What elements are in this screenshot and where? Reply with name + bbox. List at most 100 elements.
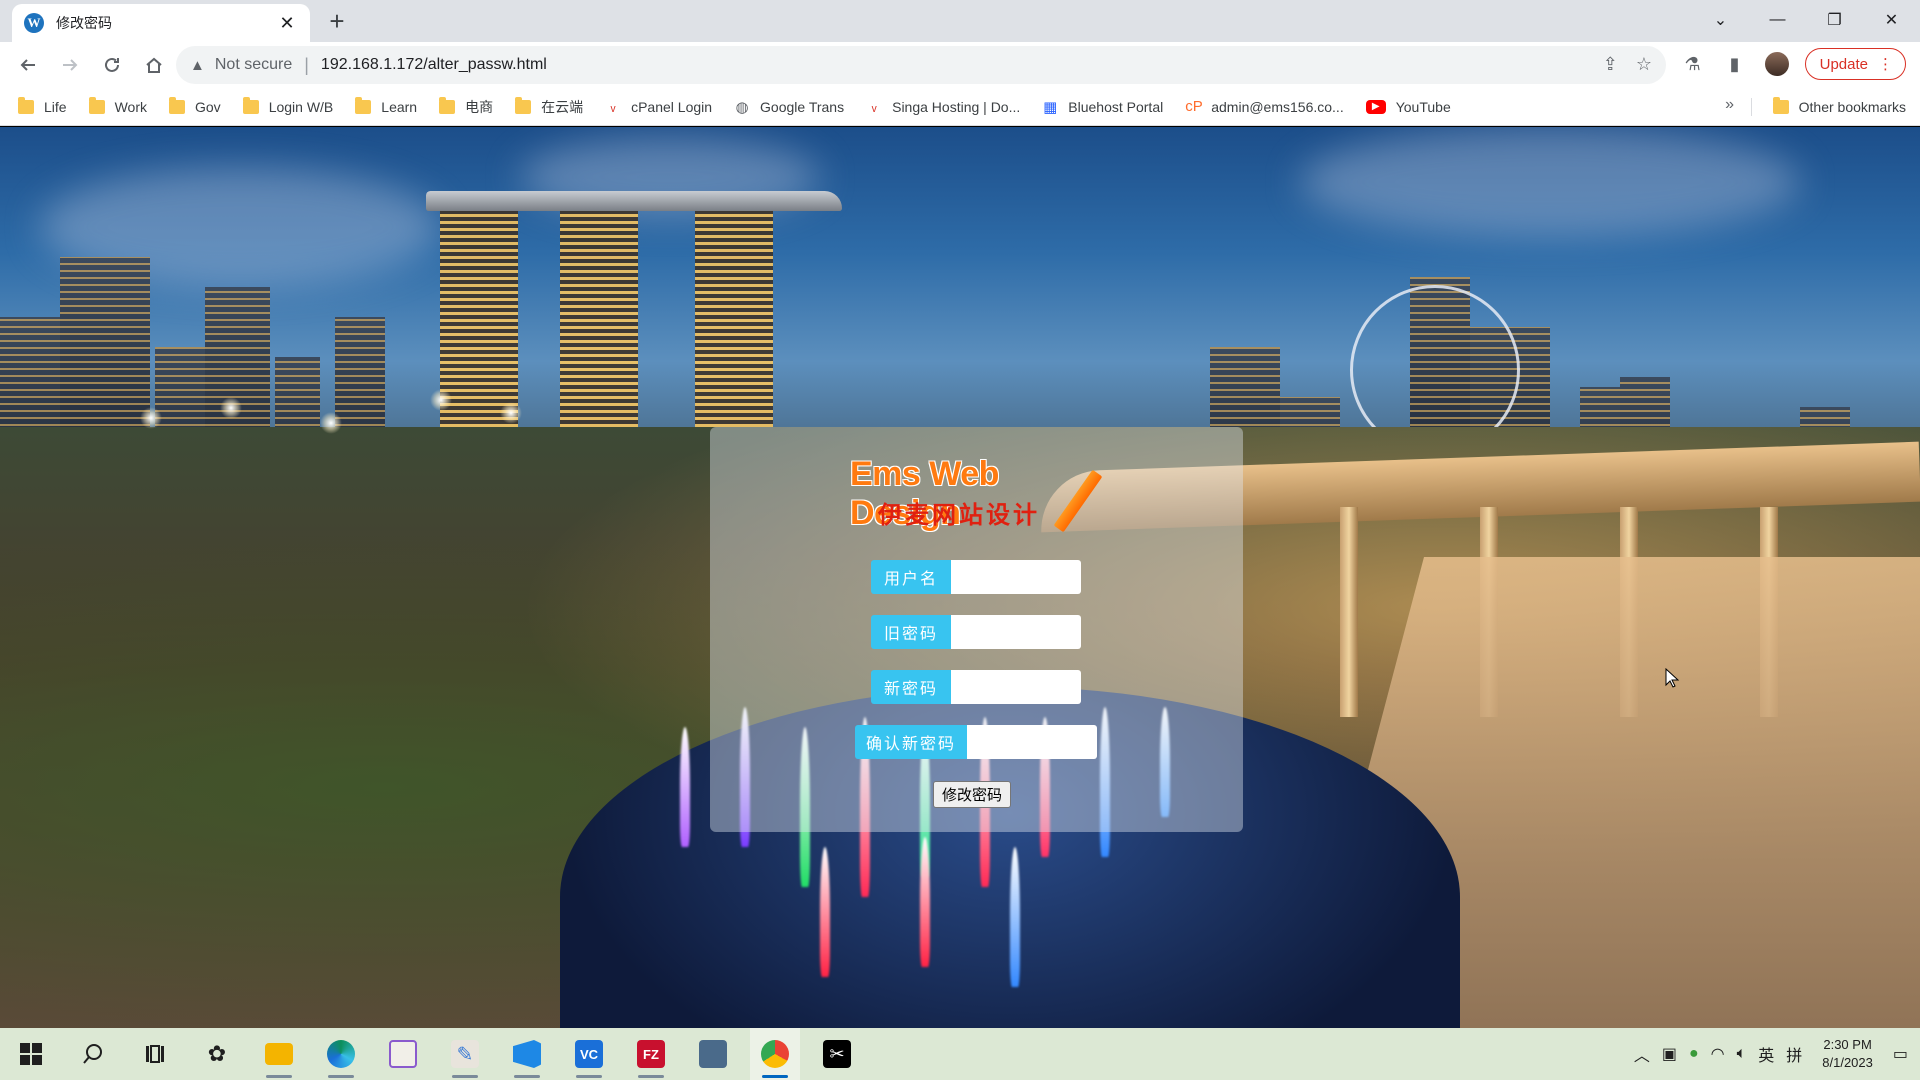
toolbar-right: ⚗ ▮ Update ⋮ [1679,46,1906,82]
other-bookmarks[interactable]: LifeOther bookmarks [1772,88,1906,126]
new-tab-button[interactable]: + [322,8,352,34]
wordpress-icon: W [24,13,44,33]
kebab-menu-icon: ⋮ [1878,56,1893,73]
warning-icon[interactable]: ▲ [190,57,205,74]
address-bar[interactable]: ▲ Not secure | 192.168.1.172/alter_passw… [176,46,1666,84]
bookmark-gov[interactable]: Gov [169,96,221,115]
tab-active[interactable]: W 修改密码 ✕ [12,4,310,42]
vc-button[interactable]: VC [564,1028,614,1080]
wifi-icon[interactable]: ◠ [1711,1044,1725,1064]
reload-button[interactable] [94,47,130,83]
close-window-button[interactable]: ✕ [1863,0,1920,40]
forward-button[interactable] [52,47,88,83]
update-button[interactable]: Update ⋮ [1804,48,1906,80]
username-row: 用户名 [871,560,1081,594]
bookmark-label: YouTube [1395,98,1451,115]
network-app-button[interactable] [688,1028,738,1080]
bookmark-label: Login W/B [268,98,334,115]
ime-language[interactable]: 英 [1758,1042,1774,1066]
file-explorer-button[interactable] [254,1028,304,1080]
profile-button[interactable] [1763,46,1791,82]
bookmark-cpanel-login[interactable]: ᵥ cPanel Login [605,98,712,115]
confirm-password-label: 确认新密码 [855,725,967,759]
bookmark-label: 电商 [465,98,494,115]
vc-icon: VC [575,1040,603,1068]
username-input[interactable] [951,560,1081,594]
filezilla-button[interactable]: FZ [626,1028,676,1080]
system-tray: ︿ ▣ ● ◠ 🔈︎ 英 拼 2:30 PM 8/1/2023 ▭ [1634,1028,1920,1080]
widgets-icon: ✿ [207,1041,227,1066]
vscode-icon [513,1040,541,1068]
bookmark-admin-mail[interactable]: cP admin@ems156.co... [1185,98,1344,115]
old-password-input[interactable] [951,615,1081,649]
side-panel-icon[interactable]: ▮ [1721,46,1749,82]
bookmark-ecommerce[interactable]: 电商 [439,96,494,117]
notepad-button[interactable] [378,1028,428,1080]
skypark-deck [426,191,842,211]
ime-mode[interactable]: 拼 [1786,1042,1802,1066]
bookmark-star-icon[interactable]: ☆ [1636,54,1652,75]
widgets-button[interactable]: ✿ [192,1028,242,1080]
task-view-button[interactable] [130,1028,180,1080]
search-button[interactable] [68,1028,118,1080]
bookmark-life[interactable]: Life [18,96,67,115]
volume-icon[interactable]: 🔈︎ [1737,1045,1747,1063]
folder-icon [242,96,259,114]
change-password-button[interactable]: 修改密码 [933,781,1012,808]
new-password-input[interactable] [951,670,1081,704]
clock[interactable]: 2:30 PM 8/1/2023 [1822,1036,1873,1072]
start-button[interactable] [6,1028,56,1080]
confirm-password-input[interactable] [967,725,1097,759]
edge-button[interactable] [316,1028,366,1080]
filezilla-icon: FZ [637,1040,665,1068]
chrome-icon [761,1040,789,1068]
restore-button[interactable]: ❐ [1806,0,1863,40]
bookmark-work[interactable]: Work [88,96,147,115]
more-bookmarks-button[interactable]: » [1725,96,1734,114]
tower [560,211,638,441]
bookmark-login-wb[interactable]: Login W/B [242,96,334,115]
home-button[interactable] [136,47,172,83]
vscode-button[interactable] [502,1028,552,1080]
share-icon[interactable]: ⇪ [1603,54,1618,75]
bookmark-google-trans[interactable]: ◍ Google Trans [734,98,845,116]
bookmark-learn[interactable]: Learn [355,96,417,115]
avatar [1764,52,1789,76]
chevron-up-icon[interactable]: ︿ [1634,1042,1650,1066]
url-text[interactable]: 192.168.1.172/alter_passw.html [321,56,547,74]
folder-icon [169,96,185,114]
folder-icon [355,96,372,114]
bookmark-singa-hosting[interactable]: ᵥ Singa Hosting | Do... [866,98,1021,115]
paint-icon: ✎ [451,1040,479,1068]
paint-button[interactable]: ✎ [440,1028,490,1080]
clock-date: 8/1/2023 [1822,1055,1873,1070]
grid-icon: ▦ [1043,98,1058,116]
back-button[interactable] [10,47,46,83]
capcut-button[interactable]: ✂ [812,1028,862,1080]
minimize-button[interactable]: — [1749,0,1806,40]
cpanel-icon: ᵥ [610,98,616,115]
labs-flask-icon[interactable]: ⚗ [1679,46,1707,82]
update-label: Update [1819,55,1868,73]
bookmark-cloud[interactable]: 在云端 [515,96,584,117]
logo-text-cn: 伊麦网站设计 [878,500,1040,529]
notifications-icon[interactable]: ▭ [1893,1044,1908,1064]
logo: Ems Web Design 伊麦网站设计 [834,455,1114,535]
security-label[interactable]: Not secure [215,56,292,74]
tab-search-icon[interactable]: ⌄ [1692,0,1749,40]
folder-icon [439,96,456,114]
bookmark-bluehost[interactable]: ▦ Bluehost Portal [1042,98,1163,116]
folder-icon [88,96,105,114]
meet-now-icon[interactable]: ▣ [1662,1044,1677,1064]
security-center-icon[interactable]: ● [1689,1045,1699,1063]
chrome-button[interactable] [750,1028,800,1080]
bookmark-label: admin@ems156.co... [1211,98,1344,115]
bookmark-label: 在云端 [541,98,584,115]
youtube-icon: ▶ [1365,99,1386,114]
bookmark-label: cPanel Login [631,98,713,115]
close-tab-icon[interactable]: ✕ [276,13,298,34]
bookmark-youtube[interactable]: ▶ YouTube [1365,98,1451,115]
bookmarks-divider [1751,98,1752,116]
window-controls: ⌄ — ❐ ✕ [1692,0,1920,40]
reload-icon [105,57,119,72]
